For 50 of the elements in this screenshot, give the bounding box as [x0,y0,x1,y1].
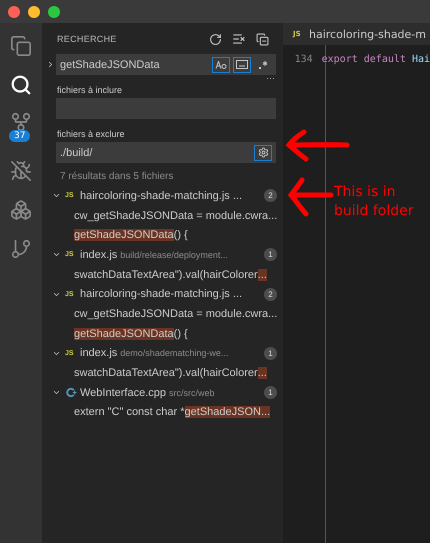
match-line[interactable]: getShadeJSONData() { [42,225,283,246]
file-path: build/release/deployment... [120,250,229,260]
match-line[interactable]: cw_getShadeJSONData = module.cwra... [42,304,283,324]
file-name: haircoloring-shade-matching.js ... [80,288,242,300]
search-field[interactable]: getShadeJSONData [56,54,276,75]
match-count: 1 [264,346,277,360]
blocks-icon[interactable] [10,199,32,221]
count-badge: 37 [9,130,30,142]
match-line[interactable]: swatchDataTextArea").val(hairColorer... [42,363,283,383]
file-name: index.js [80,248,118,261]
results-summary: 7 résultats dans 5 fichiers [59,171,174,182]
match-count: 1 [264,248,277,262]
match-line[interactable]: getShadeJSONData() { [42,324,283,344]
match-case-icon[interactable] [212,56,230,72]
arrow-drawing [284,128,350,162]
match-count: 2 [264,288,277,301]
file-name: WebInterface.cpp [80,386,166,399]
match-line[interactable]: cw_getShadeJSONData = module.cwra... [42,206,283,226]
search-icon[interactable] [10,74,32,96]
exclude-field[interactable]: ./build/ [56,142,276,163]
whole-word-icon[interactable] [233,56,251,72]
field-label: fichiers à inclure [56,85,124,95]
field-label: fichiers à exclure [56,129,126,139]
line-number: 134 [294,54,314,65]
collapse-all-icon[interactable] [256,32,269,46]
more-icon[interactable]: ··· [42,75,283,85]
minimize-button[interactable] [28,6,40,18]
file-name: index.js [80,347,118,360]
files-icon[interactable] [10,35,32,57]
refresh-icon[interactable] [209,32,222,46]
file-path: demo/shadematching-we... [120,348,230,358]
branch-icon[interactable] [10,238,32,260]
match-line[interactable]: swatchDataTextArea").val(hairColorer... [42,264,283,284]
match-count: 2 [264,189,277,202]
file-path: src/src/web [169,388,216,398]
annotation-text: This is in build folder [334,183,414,221]
cpp-file-icon [65,387,77,398]
panel-title: RECHERCHE [57,34,118,44]
bug-off-icon[interactable] [10,160,32,182]
zoom-button[interactable] [48,6,60,18]
code-line: export default Hai [320,54,430,65]
source-control-icon[interactable] [10,111,32,133]
match-line[interactable]: extern "C" const char *getShadeJSON... [42,402,283,422]
match-count: 1 [264,386,277,400]
result-file[interactable]: WebInterface.cpp src/src/web 1 [42,382,283,403]
clear-results-icon[interactable] [232,32,246,46]
file-name: haircoloring-shade-matching.js ... [80,190,242,202]
close-button[interactable] [8,6,20,18]
settings-icon[interactable] [254,144,272,160]
arrow-drawing [286,176,334,218]
